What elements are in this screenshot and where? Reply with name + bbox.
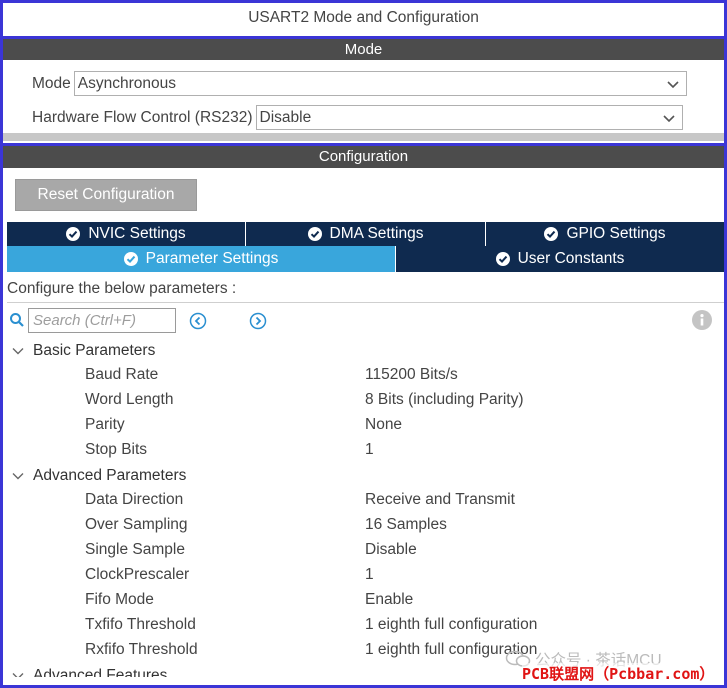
param-value[interactable]: 8 Bits (including Parity)	[365, 391, 524, 409]
param-row[interactable]: ClockPrescaler 1	[7, 563, 724, 588]
search-row	[9, 308, 724, 334]
param-value[interactable]: 16 Samples	[365, 516, 447, 534]
chevron-down-icon[interactable]	[11, 344, 25, 358]
next-match-icon[interactable]	[249, 312, 267, 330]
group-title: Advanced Parameters	[33, 466, 187, 484]
tab-gpio-settings[interactable]: GPIO Settings	[486, 222, 724, 246]
flow-control-select-value: Disable	[259, 108, 312, 126]
mode-section-header: Mode	[3, 36, 724, 60]
group-basic-parameters[interactable]: Basic Parameters	[7, 338, 724, 363]
param-name: Txfifo Threshold	[85, 616, 196, 633]
configuration-section-header: Configuration	[3, 143, 724, 168]
mode-row: Mode Asynchronous	[32, 71, 687, 96]
tab-label: DMA Settings	[329, 225, 424, 242]
param-value[interactable]: 1 eighth full configuration	[365, 616, 537, 634]
param-name: Word Length	[85, 391, 174, 408]
param-name: ClockPrescaler	[85, 566, 190, 583]
param-value[interactable]: 1	[365, 566, 374, 584]
flow-control-label: Hardware Flow Control (RS232)	[32, 108, 253, 126]
tab-label: User Constants	[517, 250, 625, 267]
chevron-down-icon[interactable]	[11, 469, 25, 483]
search-icon	[10, 313, 24, 327]
window-title: USART2 Mode and Configuration	[248, 9, 479, 26]
mode-select-value: Asynchronous	[77, 74, 177, 92]
tab-user-constants[interactable]: User Constants	[396, 246, 724, 272]
tab-label: NVIC Settings	[88, 225, 186, 242]
param-row[interactable]: Single Sample Disable	[7, 538, 724, 563]
previous-match-icon[interactable]	[189, 312, 207, 330]
param-row[interactable]: Stop Bits 1	[7, 438, 724, 463]
param-row[interactable]: Fifo Mode Enable	[7, 588, 724, 613]
param-row[interactable]: Data Direction Receive and Transmit	[7, 488, 724, 513]
param-row[interactable]: Parity None	[7, 413, 724, 438]
brand-watermark: PCB联盟网（Pcbbar.com）	[522, 663, 715, 684]
search-input[interactable]	[28, 308, 176, 333]
tab-nvic-settings[interactable]: NVIC Settings	[7, 222, 246, 246]
check-circle-icon	[123, 252, 138, 266]
mode-panel: Mode Asynchronous Hardware Flow Control …	[3, 62, 724, 141]
param-row[interactable]: Over Sampling 16 Samples	[7, 513, 724, 538]
tab-label: GPIO Settings	[566, 225, 666, 242]
mode-label: Mode	[32, 74, 71, 92]
check-circle-icon	[544, 227, 559, 241]
param-value[interactable]: None	[365, 416, 402, 434]
parameter-tree: Basic Parameters Baud Rate 115200 Bits/s …	[7, 338, 724, 677]
param-value[interactable]: Disable	[365, 541, 417, 559]
configure-instructions: Configure the below parameters :	[7, 280, 724, 303]
flow-control-row: Hardware Flow Control (RS232) Disable	[32, 105, 683, 130]
info-icon[interactable]	[692, 310, 712, 330]
tab-row-top: NVIC Settings DMA Settings GPIO Settings	[7, 222, 724, 246]
param-row[interactable]: Word Length 8 Bits (including Parity)	[7, 388, 724, 413]
param-value[interactable]: Enable	[365, 591, 413, 609]
param-name: Rxfifo Threshold	[85, 641, 198, 658]
tab-label: Parameter Settings	[145, 250, 279, 267]
panel-divider	[3, 133, 724, 141]
group-advanced-parameters[interactable]: Advanced Parameters	[7, 463, 724, 488]
param-name: Fifo Mode	[85, 591, 154, 608]
check-circle-icon	[307, 227, 322, 241]
param-name: Stop Bits	[85, 441, 148, 458]
param-value[interactable]: Receive and Transmit	[365, 491, 515, 509]
mode-select[interactable]: Asynchronous	[73, 71, 687, 96]
group-title: Advanced Features	[33, 666, 168, 678]
reset-configuration-button[interactable]: Reset Configuration	[15, 179, 197, 211]
tab-row-bottom: Parameter Settings User Constants	[7, 246, 724, 272]
chevron-down-icon	[667, 80, 679, 88]
param-name: Over Sampling	[85, 516, 188, 533]
chevron-down-icon[interactable]	[11, 669, 25, 678]
param-row[interactable]: Txfifo Threshold 1 eighth full configurat…	[7, 613, 724, 638]
check-circle-icon	[495, 252, 510, 266]
param-value[interactable]: 115200 Bits/s	[365, 366, 458, 384]
group-title: Basic Parameters	[33, 341, 156, 359]
check-circle-icon	[66, 227, 81, 241]
param-value[interactable]: 1	[365, 441, 374, 459]
flow-control-select[interactable]: Disable	[255, 105, 683, 130]
param-name: Baud Rate	[85, 366, 159, 383]
param-name: Single Sample	[85, 541, 185, 558]
tab-dma-settings[interactable]: DMA Settings	[246, 222, 486, 246]
param-name: Data Direction	[85, 491, 184, 508]
param-row[interactable]: Baud Rate 115200 Bits/s	[7, 363, 724, 388]
tab-parameter-settings[interactable]: Parameter Settings	[7, 246, 396, 272]
param-name: Parity	[85, 416, 125, 433]
chevron-down-icon	[662, 114, 675, 122]
